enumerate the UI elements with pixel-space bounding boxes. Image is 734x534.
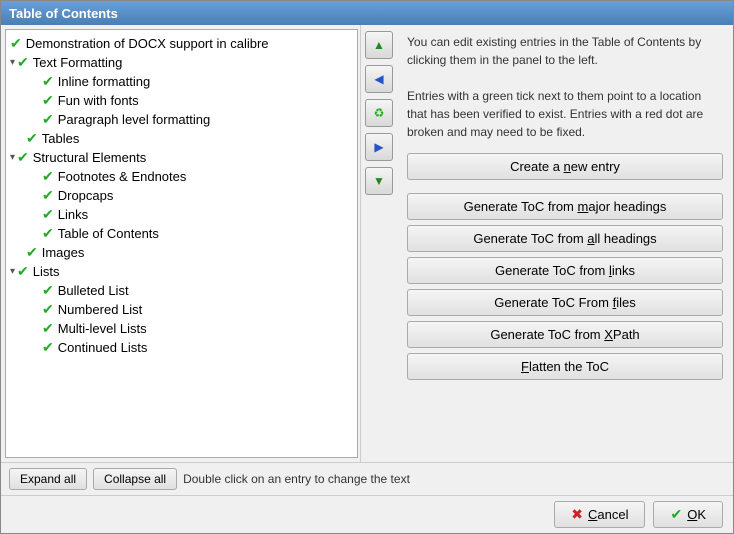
check-icon: ✔: [17, 54, 29, 71]
tree-item[interactable]: ✔ Numbered List: [6, 300, 357, 319]
tree-item[interactable]: ✔ Fun with fonts: [6, 91, 357, 110]
move-up-button[interactable]: ▲: [365, 31, 393, 59]
item-label: Dropcaps: [58, 188, 114, 203]
dialog-title: Table of Contents: [1, 1, 733, 25]
check-icon: ✔: [42, 339, 54, 356]
tree-item[interactable]: ✔ Demonstration of DOCX support in calib…: [6, 34, 357, 53]
ok-button[interactable]: ✔ OK: [653, 501, 723, 528]
check-icon: ✔: [17, 149, 29, 166]
check-icon: ✔: [42, 111, 54, 128]
title-text: Table of Contents: [9, 6, 118, 21]
generate-toc-xpath-button[interactable]: Generate ToC from XPath: [407, 321, 723, 348]
xpath-underline: X: [604, 327, 613, 342]
move-down-button[interactable]: ▼: [365, 167, 393, 195]
generate-toc-files-button[interactable]: Generate ToC From files: [407, 289, 723, 316]
middle-panel: ▲ ◀ ♻ ▶ ▼: [361, 25, 397, 462]
check-icon: ✔: [42, 225, 54, 242]
move-left-button[interactable]: ◀: [365, 65, 393, 93]
check-icon: ✔: [42, 320, 54, 337]
tree-item[interactable]: ✔ Links: [6, 205, 357, 224]
flatten-toc-button[interactable]: Flatten the ToC: [407, 353, 723, 380]
info-text: You can edit existing entries in the Tab…: [407, 33, 723, 141]
check-icon: ✔: [42, 187, 54, 204]
ok-icon: ✔: [670, 506, 682, 523]
item-label: Continued Lists: [58, 340, 148, 355]
item-label: Bulleted List: [58, 283, 129, 298]
tree-item[interactable]: ✔ Tables: [6, 129, 357, 148]
cancel-button[interactable]: ✖ Cancel: [554, 501, 645, 528]
tree-item[interactable]: ✔ Multi-level Lists: [6, 319, 357, 338]
item-label: Multi-level Lists: [58, 321, 147, 336]
tree-item[interactable]: ✔ Footnotes & Endnotes: [6, 167, 357, 186]
expand-all-button[interactable]: Expand all: [9, 468, 87, 490]
cancel-label: Cancel: [588, 507, 628, 522]
bottom-bar: Expand all Collapse all Double click on …: [1, 462, 733, 495]
check-icon: ✔: [26, 244, 38, 261]
major-underline: m: [578, 199, 589, 214]
create-new-underline: n: [564, 159, 571, 174]
item-label: Fun with fonts: [58, 93, 139, 108]
expand-icon[interactable]: ▾: [10, 57, 15, 68]
tree-item[interactable]: ✔ Dropcaps: [6, 186, 357, 205]
item-label: Footnotes & Endnotes: [58, 169, 187, 184]
item-label: Tables: [42, 131, 80, 146]
links-underline: l: [609, 263, 612, 278]
item-label: Paragraph level formatting: [58, 112, 210, 127]
item-label: Lists: [33, 264, 60, 279]
flatten-underline: F: [521, 359, 529, 374]
tree-item[interactable]: ✔ Bulleted List: [6, 281, 357, 300]
tree-item[interactable]: ✔ Inline formatting: [6, 72, 357, 91]
item-label: Demonstration of DOCX support in calibre: [26, 36, 269, 51]
move-right-button[interactable]: ▶: [365, 133, 393, 161]
check-icon: ✔: [42, 168, 54, 185]
files-underline: f: [613, 295, 617, 310]
check-icon: ✔: [42, 206, 54, 223]
hint-text: Double click on an entry to change the t…: [183, 472, 725, 486]
item-label: Inline formatting: [58, 74, 151, 89]
generate-toc-all-headings-button[interactable]: Generate ToC from all headings: [407, 225, 723, 252]
refresh-button[interactable]: ♻: [365, 99, 393, 127]
item-label: Links: [58, 207, 88, 222]
create-new-entry-button[interactable]: Create a new entry: [407, 153, 723, 180]
item-label: Structural Elements: [33, 150, 146, 165]
ok-label: OK: [687, 507, 706, 522]
right-panel: You can edit existing entries in the Tab…: [397, 25, 733, 462]
generate-toc-major-headings-button[interactable]: Generate ToC from major headings: [407, 193, 723, 220]
tree-item[interactable]: ▾ ✔ Text Formatting: [6, 53, 357, 72]
dialog-body: ✔ Demonstration of DOCX support in calib…: [1, 25, 733, 462]
tree-area[interactable]: ✔ Demonstration of DOCX support in calib…: [5, 29, 358, 458]
item-label: Images: [42, 245, 85, 260]
all-underline: a: [587, 231, 594, 246]
collapse-all-button[interactable]: Collapse all: [93, 468, 177, 490]
check-icon: ✔: [42, 301, 54, 318]
check-icon: ✔: [42, 282, 54, 299]
expand-icon[interactable]: ▾: [10, 266, 15, 277]
check-icon: ✔: [10, 35, 22, 52]
tree-item[interactable]: ▾ ✔ Lists: [6, 262, 357, 281]
tree-item[interactable]: ✔ Paragraph level formatting: [6, 110, 357, 129]
left-panel: ✔ Demonstration of DOCX support in calib…: [1, 25, 361, 462]
tree-item[interactable]: ▾ ✔ Structural Elements: [6, 148, 357, 167]
check-icon: ✔: [42, 73, 54, 90]
dialog: Table of Contents ✔ Demonstration of DOC…: [0, 0, 734, 534]
tree-item[interactable]: ✔ Images: [6, 243, 357, 262]
item-label: Table of Contents: [58, 226, 159, 241]
item-label: Numbered List: [58, 302, 143, 317]
check-icon: ✔: [17, 263, 29, 280]
check-icon: ✔: [42, 92, 54, 109]
footer: ✖ Cancel ✔ OK: [1, 495, 733, 533]
item-label: Text Formatting: [33, 55, 123, 70]
generate-toc-links-button[interactable]: Generate ToC from links: [407, 257, 723, 284]
tree-item[interactable]: ✔ Table of Contents: [6, 224, 357, 243]
expand-icon[interactable]: ▾: [10, 152, 15, 163]
check-icon: ✔: [26, 130, 38, 147]
tree-item[interactable]: ✔ Continued Lists: [6, 338, 357, 357]
cancel-icon: ✖: [571, 506, 583, 523]
